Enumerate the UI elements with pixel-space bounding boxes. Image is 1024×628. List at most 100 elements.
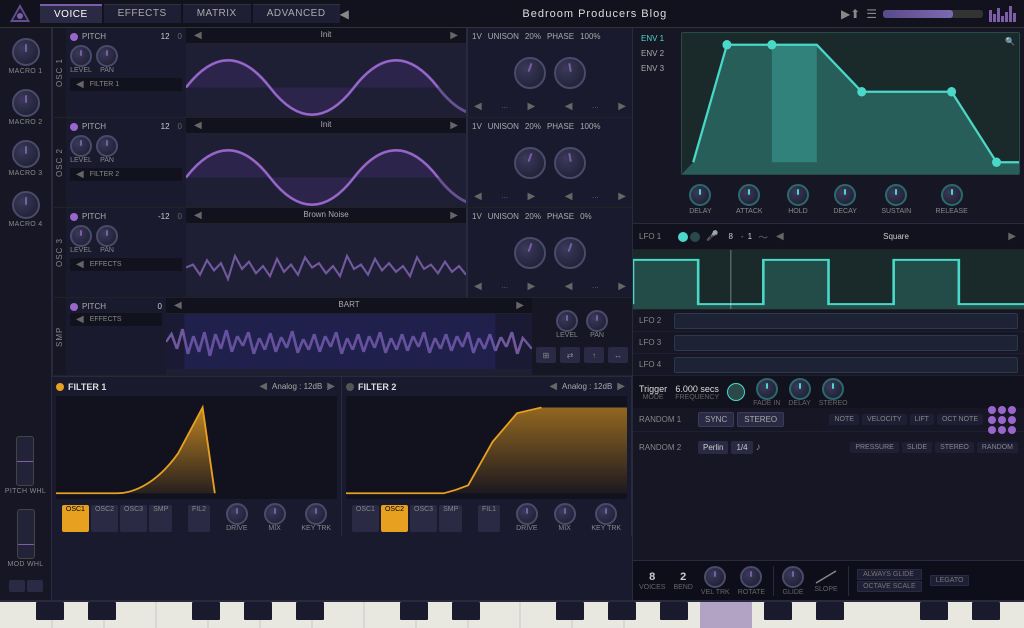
filter1-smp-btn[interactable]: SMP <box>149 505 172 532</box>
octave-scale-btn[interactable]: OCTAVE SCALE <box>857 581 922 592</box>
nav-right-arrow[interactable]: ▶ <box>841 7 850 21</box>
env-attack-knob[interactable] <box>738 184 760 206</box>
smp-active-dot[interactable] <box>70 303 78 311</box>
random2-note-icon[interactable]: ♪ <box>756 442 761 453</box>
smp-shuffle-btn[interactable]: ⇄ <box>560 347 580 363</box>
osc2-pan-knob[interactable] <box>96 135 118 157</box>
mod-wheel[interactable] <box>17 509 35 559</box>
filter1-osc3-btn[interactable]: OSC3 <box>120 505 147 532</box>
filter1-osc1-btn[interactable]: OSC1 <box>62 505 89 532</box>
env-release-knob[interactable] <box>941 184 963 206</box>
osc1-phase-bottom-right[interactable]: ▶ <box>616 101 628 112</box>
osc3-unison-bl[interactable]: ◀ <box>472 281 484 292</box>
macro-3-knob[interactable] <box>12 140 40 168</box>
smp-export-btn[interactable]: ↑ <box>584 347 604 363</box>
view-toggle-1[interactable] <box>9 580 25 592</box>
tab-voice[interactable]: VOICE <box>40 4 102 23</box>
osc3-unison-knob[interactable] <box>514 237 546 269</box>
osc1-unison-knob[interactable] <box>514 57 546 89</box>
env-search-icon[interactable]: 🔍 <box>1005 37 1015 46</box>
filter1-type-right[interactable]: ▶ <box>325 381 337 392</box>
osc3-phase-bl[interactable]: ◀ <box>563 281 575 292</box>
smp-loop-btn[interactable]: ⊞ <box>536 347 556 363</box>
osc1-unison-bottom-right[interactable]: ▶ <box>526 101 538 112</box>
filter2-fil1-btn[interactable]: FIL1 <box>478 505 500 532</box>
lfo1-dot2[interactable] <box>690 232 700 242</box>
osc1-phase-knob[interactable] <box>554 57 586 89</box>
smp-flip-btn[interactable]: ↔ <box>608 347 628 363</box>
osc2-wave-right[interactable]: ▶ <box>448 120 460 131</box>
filter2-mix-knob[interactable] <box>554 503 576 525</box>
env-delay-knob[interactable] <box>689 184 711 206</box>
tab-matrix[interactable]: MATRIX <box>183 4 251 23</box>
filter1-type-left[interactable]: ◀ <box>257 381 269 392</box>
smp-wave-left[interactable]: ◀ <box>172 300 184 311</box>
stereo-btn[interactable]: STEREO <box>935 442 974 453</box>
smp-filter-left[interactable]: ◀ <box>74 314 86 325</box>
filter2-osc3-btn[interactable]: OSC3 <box>410 505 437 532</box>
pressure-btn[interactable]: PRESSURE <box>850 442 899 453</box>
osc1-filter-left[interactable]: ◀ <box>74 79 86 90</box>
filter2-drive-knob[interactable] <box>516 503 538 525</box>
osc2-phase-knob[interactable] <box>554 147 586 179</box>
osc2-unison-knob[interactable] <box>514 147 546 179</box>
lfo1-dot1[interactable] <box>678 232 688 242</box>
nav-left-arrow[interactable]: ◀ <box>340 7 349 21</box>
filter2-type-left[interactable]: ◀ <box>547 381 559 392</box>
velocity-btn[interactable]: VELOCITY <box>862 414 907 425</box>
filter2-osc2-btn[interactable]: OSC2 <box>381 505 408 532</box>
osc2-filter-left[interactable]: ◀ <box>74 169 86 180</box>
lfo1-shape-right[interactable]: ▶ <box>1006 231 1018 242</box>
smp-pan-knob[interactable] <box>586 310 608 332</box>
filter2-keytrk-knob[interactable] <box>595 503 617 525</box>
filter1-fil2-btn[interactable]: FIL2 <box>188 505 210 532</box>
trigger-cycle-icon[interactable] <box>727 383 745 401</box>
legato-btn[interactable]: LEGATO <box>930 575 970 586</box>
oct-note-btn[interactable]: OCT NOTE <box>937 414 983 425</box>
trigger-fadein-knob[interactable] <box>756 378 778 400</box>
osc1-pan-knob[interactable] <box>96 45 118 67</box>
filter1-active-dot[interactable] <box>56 383 64 391</box>
osc3-pan-knob[interactable] <box>96 225 118 247</box>
osc3-phase-knob[interactable] <box>554 237 586 269</box>
macro-4-knob[interactable] <box>12 191 40 219</box>
osc1-wave-left[interactable]: ◀ <box>192 30 204 41</box>
filter1-drive-knob[interactable] <box>226 503 248 525</box>
env1-label[interactable]: ENV 1 <box>637 32 677 45</box>
env2-label[interactable]: ENV 2 <box>637 47 677 60</box>
env3-label[interactable]: ENV 3 <box>637 62 677 75</box>
osc3-wave-right[interactable]: ▶ <box>448 210 460 221</box>
share-icon[interactable]: ⬆ <box>850 7 860 21</box>
random2-freq-btn[interactable]: 1/4 <box>731 441 752 454</box>
osc1-level-knob[interactable] <box>70 45 92 67</box>
osc1-unison-bottom-left[interactable]: ◀ <box>472 101 484 112</box>
osc2-unison-br[interactable]: ▶ <box>526 191 538 202</box>
env-decay-knob[interactable] <box>834 184 856 206</box>
osc3-unison-br[interactable]: ▶ <box>526 281 538 292</box>
osc2-phase-br[interactable]: ▶ <box>616 191 628 202</box>
osc3-filter-left[interactable]: ◀ <box>74 259 86 270</box>
filter2-type-right[interactable]: ▶ <box>615 381 627 392</box>
rotate-knob[interactable] <box>740 566 762 588</box>
random1-stereo-btn[interactable]: STEREO <box>737 412 784 427</box>
menu-icon[interactable]: ☰ <box>866 7 877 21</box>
filter2-active-dot[interactable] <box>346 383 354 391</box>
osc2-active-dot[interactable] <box>70 123 78 131</box>
smp-level-knob[interactable] <box>556 310 578 332</box>
osc3-phase-br[interactable]: ▶ <box>616 281 628 292</box>
smp-wave-right[interactable]: ▶ <box>514 300 526 311</box>
lfo1-shape-left[interactable]: ◀ <box>774 231 786 242</box>
note-btn[interactable]: NOTE <box>829 414 858 425</box>
tab-effects[interactable]: EFFECTS <box>104 4 181 23</box>
osc1-phase-bottom-left[interactable]: ◀ <box>563 101 575 112</box>
veltrk-knob[interactable] <box>704 566 726 588</box>
osc3-level-knob[interactable] <box>70 225 92 247</box>
glide-knob[interactable] <box>782 566 804 588</box>
always-glide-btn[interactable]: ALWAYS GLIDE <box>857 569 922 580</box>
env-hold-knob[interactable] <box>787 184 809 206</box>
filter2-smp-btn[interactable]: SMP <box>439 505 462 532</box>
filter1-mix-knob[interactable] <box>264 503 286 525</box>
filter2-osc1-btn[interactable]: OSC1 <box>352 505 379 532</box>
osc1-wave-right[interactable]: ▶ <box>448 30 460 41</box>
tab-advanced[interactable]: ADVANCED <box>253 4 340 23</box>
